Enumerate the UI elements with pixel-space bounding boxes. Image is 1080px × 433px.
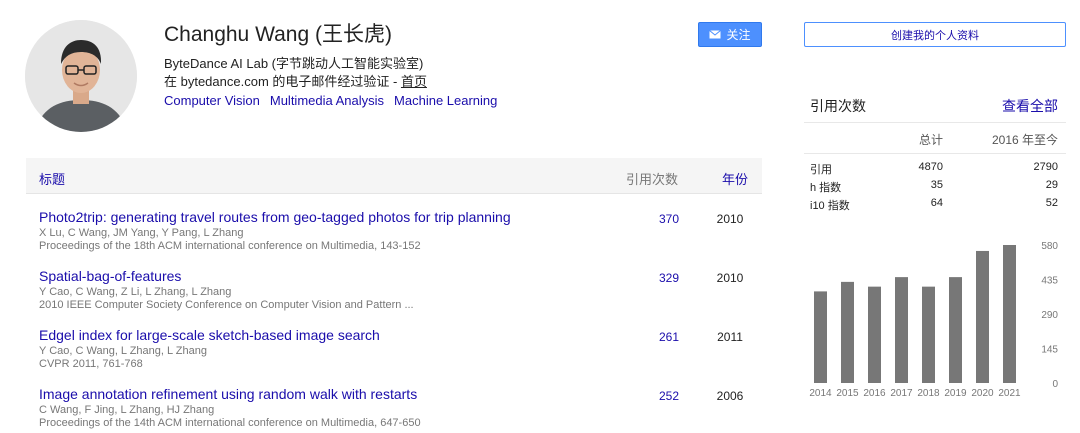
chart-bar-2015[interactable] xyxy=(841,281,854,383)
article-authors: Y Cao, C Wang, Z Li, L Zhang, L Zhang xyxy=(39,286,232,298)
homepage-link[interactable]: 首页 xyxy=(401,74,427,89)
follow-button[interactable]: 关注 xyxy=(698,22,762,47)
chart-y-tick-label: 435 xyxy=(1041,276,1058,287)
article-title-link[interactable]: Image annotation refinement using random… xyxy=(39,386,417,402)
article-year: 2006 xyxy=(716,389,744,403)
chart-bar-2018[interactable] xyxy=(922,286,935,383)
chart-x-tick-label: 2017 xyxy=(890,388,913,399)
sort-by-title-header[interactable]: 标题 xyxy=(39,169,65,188)
article-venue: 2010 IEEE Computer Society Conference on… xyxy=(39,299,414,311)
profile-name: Changhu Wang (王长虎) xyxy=(164,23,392,46)
stat-total-citations: 4870 xyxy=(918,161,943,173)
stats-total-header: 总计 xyxy=(918,133,943,147)
article-row: Edgel index for large-scale sketch-based… xyxy=(26,327,762,383)
article-title-link[interactable]: Edgel index for large-scale sketch-based… xyxy=(39,327,380,343)
citations-heading: 引用次数 xyxy=(810,98,866,114)
article-row: Image annotation refinement using random… xyxy=(26,386,762,433)
sort-by-year-header[interactable]: 年份 xyxy=(722,169,748,188)
chart-y-tick-label: 290 xyxy=(1041,310,1058,321)
article-title-link[interactable]: Photo2trip: generating travel routes fro… xyxy=(39,209,511,225)
profile-email-verified: 在 bytedance.com 的电子邮件经过验证 - 首页 xyxy=(164,71,427,90)
profile-affiliation: ByteDance AI Lab (字节跳动人工智能实验室) xyxy=(164,56,424,71)
stat-label-citations: 引用 xyxy=(810,164,832,176)
profile-avatar xyxy=(25,20,137,132)
email-verified-text: 在 bytedance.com 的电子邮件经过验证 - xyxy=(164,74,401,89)
article-citation-count[interactable]: 329 xyxy=(626,271,679,285)
article-table-header: 标题 引用次数 年份 xyxy=(26,158,762,194)
divider xyxy=(804,122,1066,123)
article-year: 2011 xyxy=(717,330,743,344)
envelope-icon xyxy=(709,30,722,39)
chart-bar-2014[interactable] xyxy=(814,291,827,383)
citations-per-year-chart: 2014 2015 2016 2017 2018 2019 2020 2021 580 435 29… xyxy=(809,241,1058,399)
article-venue: Proceedings of the 14th ACM internationa… xyxy=(39,417,421,429)
chart-x-tick-label: 2016 xyxy=(863,388,886,399)
chart-bar-2019[interactable] xyxy=(949,277,962,383)
chart-bar-2016[interactable] xyxy=(868,286,881,383)
stat-label-i10-index: i10 指数 xyxy=(810,200,850,212)
article-row: Spatial-bag-of-features Y Cao, C Wang, Z… xyxy=(26,268,762,324)
article-authors: X Lu, C Wang, JM Yang, Y Pang, L Zhang xyxy=(39,227,244,239)
stat-label-h-index: h 指数 xyxy=(810,182,842,194)
chart-x-tick-label: 2020 xyxy=(971,388,994,399)
chart-bar-2021[interactable] xyxy=(1003,245,1016,383)
citations-column-header[interactable]: 引用次数 xyxy=(626,169,678,188)
article-venue: CVPR 2011, 761-768 xyxy=(39,358,143,370)
stat-since-citations: 2790 xyxy=(1033,161,1058,173)
chart-y-tick-label: 145 xyxy=(1041,345,1058,356)
article-year: 2010 xyxy=(716,271,744,285)
article-authors: C Wang, F Jing, L Zhang, HJ Zhang xyxy=(39,404,215,416)
stat-since-h-index: 29 xyxy=(1045,179,1058,191)
article-row: Photo2trip: generating travel routes fro… xyxy=(26,209,762,265)
stat-since-i10-index: 52 xyxy=(1045,197,1058,209)
follow-button-label: 关注 xyxy=(726,28,751,42)
chart-bar-2020[interactable] xyxy=(976,250,989,383)
article-title-link[interactable]: Spatial-bag-of-features xyxy=(39,268,181,284)
chart-x-tick-label: 2019 xyxy=(944,388,967,399)
article-year: 2010 xyxy=(716,212,744,226)
article-citation-count[interactable]: 370 xyxy=(626,212,679,226)
stats-since-header: 2016 年至今 xyxy=(991,133,1058,147)
profile-interests: Computer Vision Multimedia Analysis Machin… xyxy=(164,93,507,108)
interest-machine-learning[interactable]: Machine Learning xyxy=(394,93,497,108)
chart-x-tick-label: 2014 xyxy=(809,388,832,399)
chart-bar-2017[interactable] xyxy=(895,277,908,383)
chart-y-tick-label: 0 xyxy=(1052,379,1058,390)
stat-total-i10-index: 64 xyxy=(930,197,943,209)
person-photo-icon xyxy=(25,20,137,132)
chart-y-tick-label: 580 xyxy=(1041,241,1058,252)
interest-computer-vision[interactable]: Computer Vision xyxy=(164,93,260,108)
stat-total-h-index: 35 xyxy=(930,179,943,191)
view-all-link[interactable]: 查看全部 xyxy=(990,96,1058,116)
article-venue: Proceedings of the 18th ACM internationa… xyxy=(39,240,421,252)
create-profile-button[interactable]: 创建我的个人资料 xyxy=(804,22,1066,47)
chart-x-tick-label: 2021 xyxy=(998,388,1021,399)
chart-x-tick-label: 2018 xyxy=(917,388,940,399)
article-authors: Y Cao, C Wang, L Zhang, L Zhang xyxy=(39,345,207,357)
divider xyxy=(804,153,1066,154)
article-citation-count[interactable]: 252 xyxy=(626,389,679,403)
interest-multimedia-analysis[interactable]: Multimedia Analysis xyxy=(270,93,384,108)
article-citation-count[interactable]: 261 xyxy=(626,330,679,344)
chart-x-tick-label: 2015 xyxy=(836,388,859,399)
